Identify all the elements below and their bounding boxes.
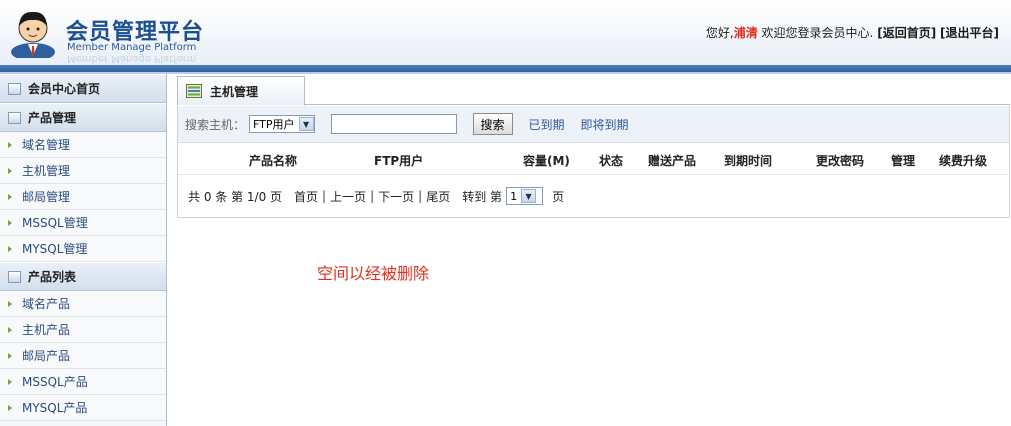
- pager-prev-link[interactable]: 上一页: [330, 188, 366, 205]
- page-select[interactable]: 1 ▼: [506, 187, 544, 205]
- column-header-gift-product: 赠送产品: [648, 154, 697, 168]
- search-type-select[interactable]: FTP用户 ▼: [249, 115, 315, 133]
- sidebar-group-label: 产品管理: [28, 111, 77, 125]
- platform-subtitle-reflection: Member Manage Platform: [67, 53, 197, 64]
- tab-label: 主机管理: [210, 84, 259, 99]
- sidebar-item-label: 域名管理: [22, 138, 71, 152]
- logout-link[interactable]: [退出平台]: [940, 26, 999, 40]
- column-header-renew-upgrade: 续费升级: [939, 154, 988, 168]
- sidebar-item-host-management[interactable]: 主机管理: [0, 158, 166, 184]
- expired-filter-link[interactable]: 已到期: [529, 116, 565, 133]
- tab-host-management[interactable]: 主机管理: [177, 76, 305, 106]
- bullet-arrow-icon: [8, 193, 12, 200]
- sidebar-item-label: MSSQL产品: [22, 375, 88, 389]
- search-label: 搜索主机：: [185, 117, 246, 132]
- platform-subtitle: Member Manage Platform: [67, 42, 197, 53]
- home-link[interactable]: [返回首页]: [877, 26, 936, 40]
- username: 浦清: [733, 26, 758, 40]
- tab-bar: 主机管理: [177, 76, 1010, 106]
- column-header-capacity: 容量(M): [523, 154, 570, 168]
- host-list-panel: 搜索主机： FTP用户 ▼ 搜索 已到期 即将到期 产品名称 FTP用户 容量(…: [177, 106, 1010, 218]
- sidebar-item-label: 邮局产品: [22, 349, 71, 363]
- sidebar-group-product-management[interactable]: 产品管理: [0, 103, 166, 132]
- bullet-arrow-icon: [8, 219, 12, 226]
- pagination: 共 0 条 第 1/0 页 首页 | 上一页 | 下一页 | 尾页 转到 第 1…: [178, 175, 1009, 217]
- greeting-prefix: 您好,: [705, 26, 734, 40]
- user-avatar-icon: [11, 11, 55, 58]
- bullet-arrow-icon: [8, 167, 12, 174]
- column-header-change-password: 更改密码: [816, 154, 865, 168]
- sidebar-item-label: MSSQL管理: [22, 216, 88, 230]
- sidebar-item-mysql-products[interactable]: MYSQL产品: [0, 395, 166, 421]
- sidebar-item-mysql-management[interactable]: MYSQL管理: [0, 236, 166, 262]
- bullet-arrow-icon: [8, 404, 12, 411]
- header-divider: [0, 65, 1011, 72]
- sidebar-item-label: MYSQL管理: [22, 242, 88, 256]
- sidebar-home-label: 会员中心首页: [28, 82, 101, 96]
- folder-box-icon: [8, 270, 21, 283]
- pager-unit: 页: [552, 189, 565, 204]
- sidebar-item-label: 邮局管理: [22, 190, 71, 204]
- search-bar: 搜索主机： FTP用户 ▼ 搜索 已到期 即将到期: [178, 106, 1009, 143]
- bullet-arrow-icon: [8, 378, 12, 385]
- pager-next-link[interactable]: 下一页: [378, 188, 414, 205]
- chevron-down-icon: ▼: [298, 117, 314, 131]
- sidebar: 会员中心首页 产品管理 域名管理 主机管理 邮局管理 MSSQL管理 MYSQL…: [0, 74, 167, 426]
- search-input[interactable]: [330, 114, 457, 134]
- pager-last-link[interactable]: 尾页: [426, 188, 450, 205]
- server-list-icon: [186, 84, 202, 98]
- sidebar-item-mssql-products[interactable]: MSSQL产品: [0, 369, 166, 395]
- sidebar-item-label: MYSQL产品: [22, 401, 88, 415]
- sidebar-item-domain-management[interactable]: 域名管理: [0, 132, 166, 158]
- column-header-status: 状态: [599, 154, 624, 168]
- search-button[interactable]: 搜索: [472, 113, 513, 135]
- pager-goto-label: 转到 第: [462, 189, 503, 204]
- chevron-down-icon: ▼: [521, 189, 537, 203]
- sidebar-item-mail-management[interactable]: 邮局管理: [0, 184, 166, 210]
- folder-box-icon: [8, 111, 21, 124]
- main-content: 主机管理 搜索主机： FTP用户 ▼ 搜索 已到期 即将到期 产品名称 FTP用…: [177, 76, 1010, 218]
- sidebar-item-member-home[interactable]: 会员中心首页: [0, 74, 166, 103]
- expiring-filter-link[interactable]: 即将到期: [581, 116, 629, 133]
- sidebar-item-label: 主机管理: [22, 164, 71, 178]
- sidebar-group-product-list[interactable]: 产品列表: [0, 262, 166, 291]
- sidebar-item-mail-products[interactable]: 邮局产品: [0, 343, 166, 369]
- sidebar-item-mssql-management[interactable]: MSSQL管理: [0, 210, 166, 236]
- pager-separator: |: [370, 189, 375, 203]
- header: 会员管理平台 Member Manage Platform Member Man…: [0, 0, 1011, 65]
- folder-box-icon: [8, 82, 21, 95]
- sidebar-group-label: 产品列表: [28, 270, 77, 284]
- bullet-arrow-icon: [8, 352, 12, 359]
- pager-separator: |: [418, 189, 423, 203]
- bullet-arrow-icon: [8, 141, 12, 148]
- column-header-manage: 管理: [891, 154, 916, 168]
- column-header-expiry-date: 到期时间: [724, 154, 773, 168]
- sidebar-item-host-products[interactable]: 主机产品: [0, 317, 166, 343]
- search-type-value: FTP用户: [253, 118, 295, 131]
- greeting-suffix: 欢迎您登录会员中心.: [757, 26, 874, 40]
- column-header-product-name: 产品名称: [249, 154, 298, 168]
- page-select-value: 1: [510, 189, 518, 203]
- pager-total: 共 0 条 第 1/0 页: [188, 189, 283, 204]
- bullet-arrow-icon: [8, 326, 12, 333]
- bullet-arrow-icon: [8, 245, 12, 252]
- bullet-arrow-icon: [8, 300, 12, 307]
- table-header: 产品名称 FTP用户 容量(M) 状态 赠送产品 到期时间 更改密码 管理 续费…: [178, 143, 1009, 175]
- pager-first-link[interactable]: 首页: [294, 188, 318, 205]
- sidebar-item-domain-products[interactable]: 域名产品: [0, 291, 166, 317]
- deleted-notice: 空间以经被删除: [317, 264, 430, 283]
- pager-separator: |: [322, 189, 327, 203]
- sidebar-item-label: 主机产品: [22, 323, 71, 337]
- welcome-bar: 您好,浦清 欢迎您登录会员中心. [返回首页] [退出平台]: [706, 24, 999, 41]
- sidebar-item-label: 域名产品: [22, 297, 71, 311]
- column-header-ftp-user: FTP用户: [374, 154, 424, 168]
